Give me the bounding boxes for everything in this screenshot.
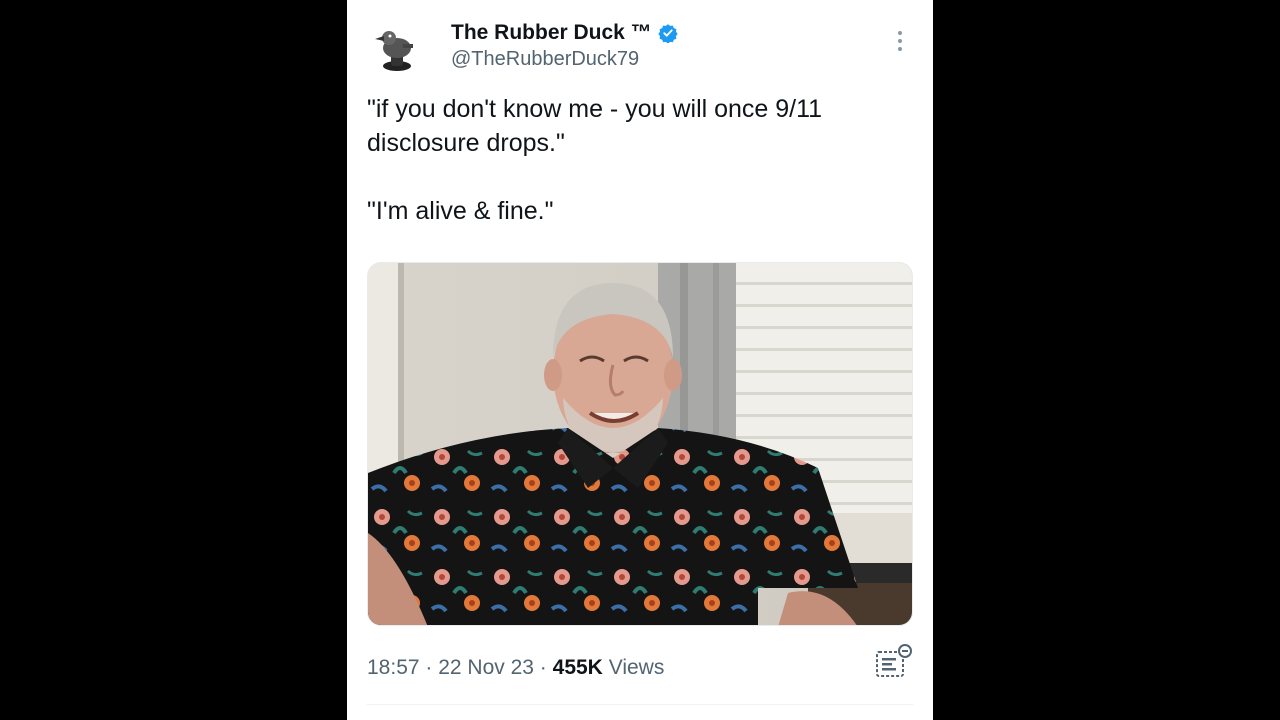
tweet-text: "if you don't know me - you will once 9/…: [367, 92, 907, 228]
verified-badge-icon: [658, 23, 678, 44]
tweet-date[interactable]: 22 Nov 23: [438, 656, 534, 679]
views-label: Views: [608, 656, 665, 679]
display-name[interactable]: The Rubber Duck ™: [451, 21, 652, 45]
tweet-photo[interactable]: [367, 262, 913, 626]
post-analytics-icon[interactable]: [873, 643, 913, 681]
avatar[interactable]: [367, 22, 423, 78]
tweet-card: The Rubber Duck ™ @TheRubberDuck79 "if y…: [347, 0, 933, 720]
tweet-meta: 18:57 · 22 Nov 23 · 455K Views: [367, 656, 664, 680]
views-count: 455K: [552, 656, 603, 679]
author-name-row[interactable]: The Rubber Duck ™: [451, 20, 678, 46]
tweet-paragraph-1: "if you don't know me - you will once 9/…: [367, 95, 823, 157]
author-handle[interactable]: @TheRubberDuck79: [451, 48, 639, 71]
meta-separator: ·: [419, 656, 439, 679]
more-options-icon[interactable]: [887, 26, 913, 56]
meta-separator: ·: [533, 656, 553, 679]
divider: [367, 704, 913, 705]
tweet-time[interactable]: 18:57: [367, 656, 420, 679]
tweet-paragraph-2: "I'm alive & fine.": [367, 197, 554, 225]
